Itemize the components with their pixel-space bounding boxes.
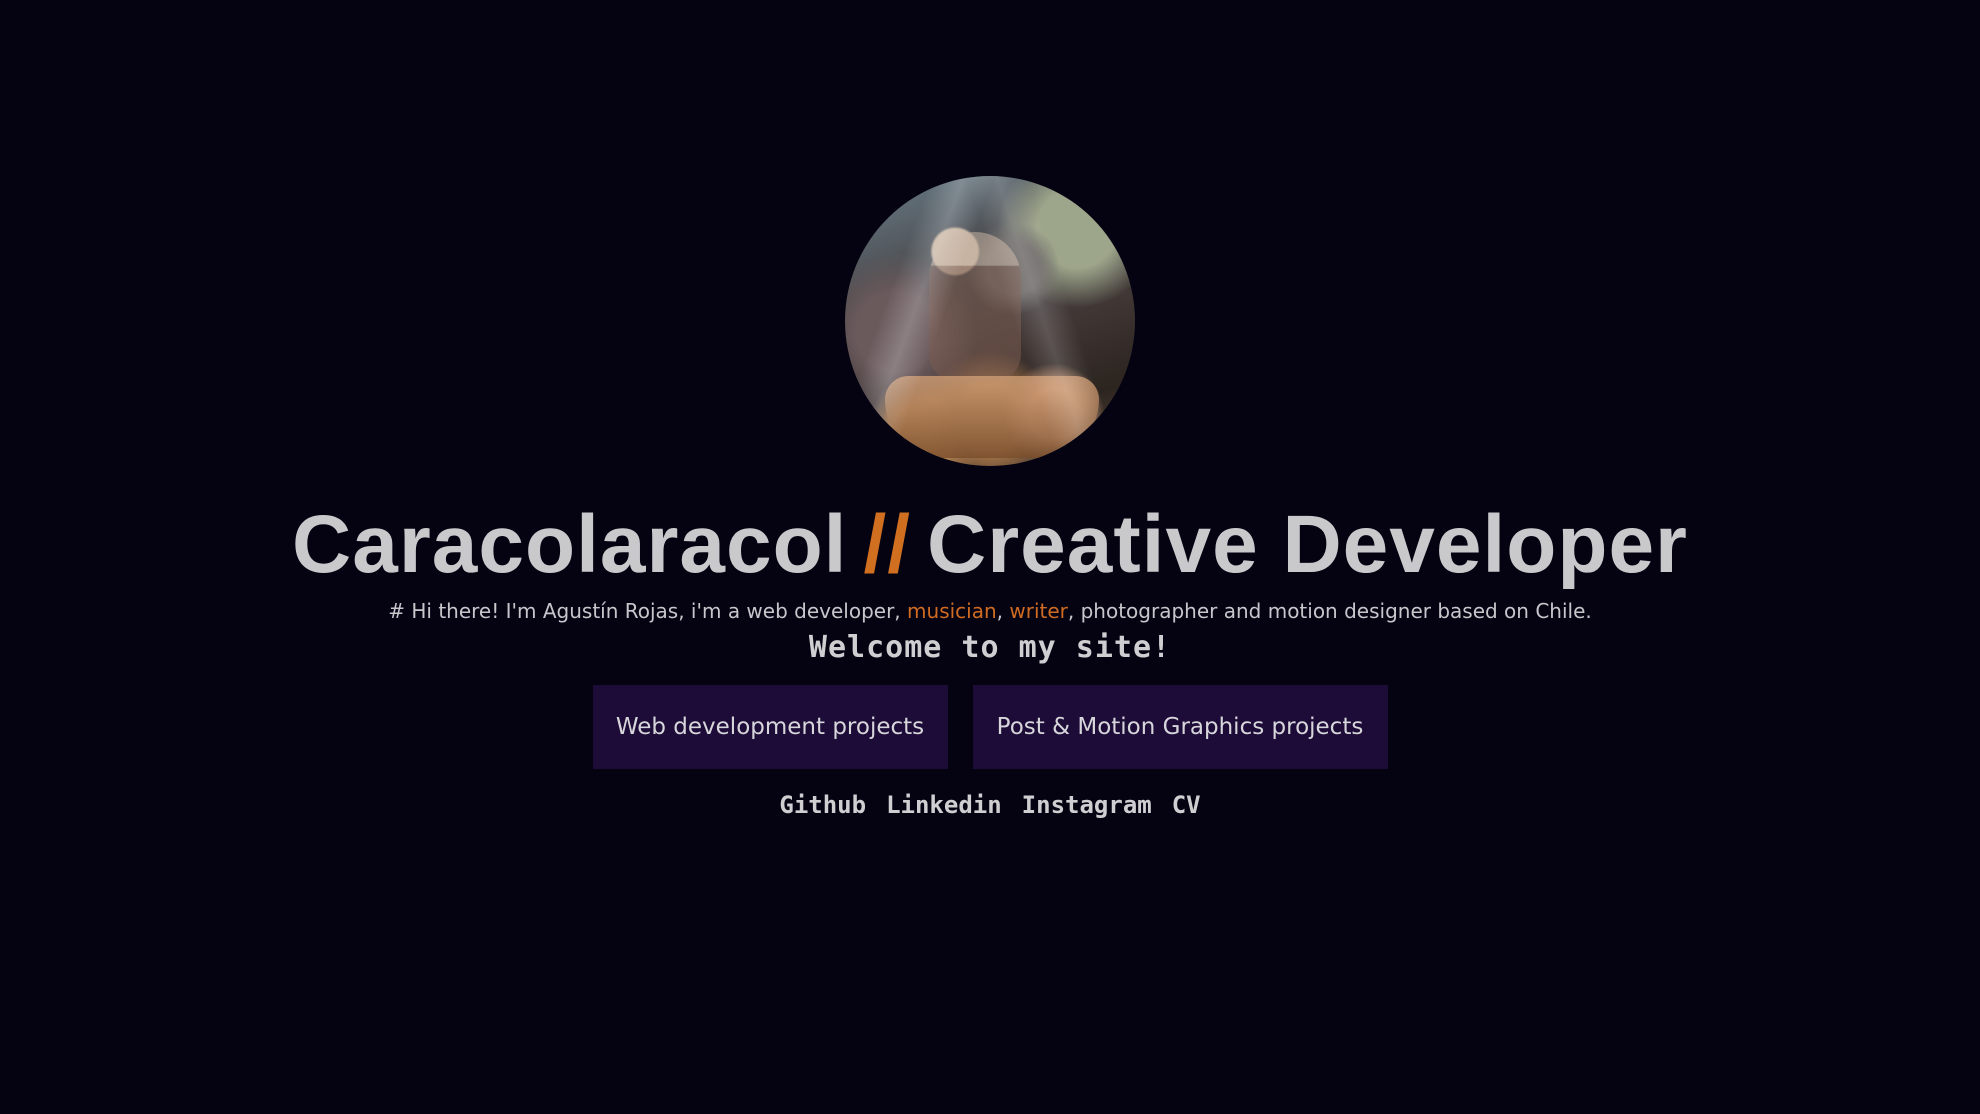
motion-graphics-projects-button[interactable]: Post & Motion Graphics projects: [972, 685, 1388, 769]
intro-prefix: # Hi there! I'm Agustín Rojas, i'm a web…: [388, 599, 908, 623]
github-link[interactable]: Github: [779, 791, 866, 819]
social-links: Github Linkedin Instagram CV: [779, 791, 1200, 819]
home-page: Caracolaracol//Creative Developer # Hi t…: [0, 0, 1980, 1114]
page-title: Caracolaracol//Creative Developer: [292, 504, 1688, 586]
avatar-overlay: [845, 176, 1135, 466]
profile-avatar: [845, 176, 1135, 466]
role-title: Creative Developer: [927, 499, 1688, 590]
linkedin-link[interactable]: Linkedin: [886, 791, 1002, 819]
brand-name: Caracolaracol: [292, 499, 848, 590]
instagram-link[interactable]: Instagram: [1022, 791, 1152, 819]
intro-text: # Hi there! I'm Agustín Rojas, i'm a web…: [388, 598, 1592, 624]
cv-link[interactable]: CV: [1172, 791, 1201, 819]
musician-link[interactable]: musician: [907, 599, 997, 623]
intro-comma: ,: [996, 599, 1010, 623]
intro-suffix: , photographer and motion designer based…: [1067, 599, 1592, 623]
project-buttons: Web development projects Post & Motion G…: [592, 685, 1388, 769]
welcome-message: Welcome to my site!: [808, 630, 1172, 665]
web-development-projects-button[interactable]: Web development projects: [592, 685, 948, 769]
title-separator: //: [863, 499, 912, 590]
writer-link[interactable]: writer: [1009, 599, 1068, 623]
